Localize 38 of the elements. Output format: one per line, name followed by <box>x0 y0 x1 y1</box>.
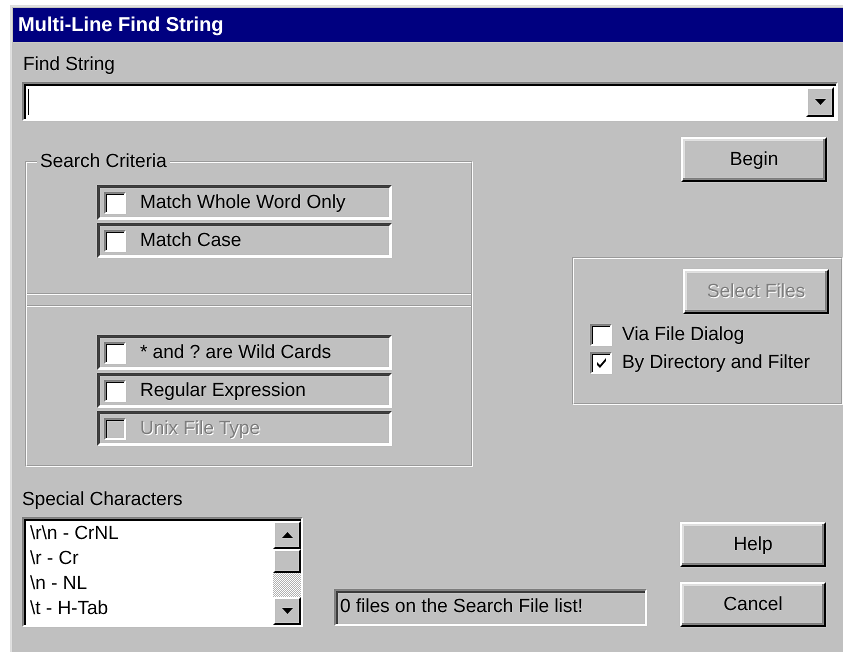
field-label: Find String <box>23 53 115 77</box>
checkbox-label: Match Case <box>140 230 242 252</box>
text-cursor <box>28 88 29 114</box>
list-label: Special Characters <box>22 488 183 512</box>
dropdown-button[interactable] <box>806 86 834 116</box>
scroll-thumb[interactable] <box>273 549 301 573</box>
window-title: Multi-Line Find String <box>13 8 843 42</box>
scroll-down-button[interactable] <box>273 597 301 625</box>
checkbox-label: Match Whole Word Only <box>140 192 346 214</box>
group-title: Search Criteria <box>39 151 168 173</box>
checkbox-label: Unix File Type <box>140 418 260 440</box>
up-arrow-icon <box>282 532 292 538</box>
down-arrow-icon <box>282 608 292 614</box>
checkbox[interactable] <box>104 380 126 402</box>
checkbox-label: Via File Dialog <box>622 324 744 346</box>
push-button[interactable]: Cancel <box>680 582 826 627</box>
checkbox[interactable] <box>590 352 612 374</box>
list-item[interactable]: \r - Cr <box>30 546 273 571</box>
checkbox-label: * and ? are Wild Cards <box>140 342 332 364</box>
checkbox-label: By Directory and Filter <box>622 352 810 374</box>
scroll-track[interactable] <box>273 573 301 597</box>
checkbox-label: Regular Expression <box>140 380 306 402</box>
scrollbar[interactable] <box>273 521 301 625</box>
list-item[interactable]: \t - H-Tab <box>30 596 273 621</box>
push-button[interactable]: Help <box>680 522 826 567</box>
checkbox[interactable] <box>590 324 612 346</box>
status-field: 0 files on the Search File list! <box>334 589 647 626</box>
list-item[interactable]: \r\n - CrNL <box>30 521 273 546</box>
checkmark-icon <box>596 357 606 369</box>
find-string-field[interactable] <box>22 82 838 121</box>
push-button[interactable]: Begin <box>681 137 827 182</box>
checkbox[interactable] <box>104 230 126 252</box>
scroll-up-button[interactable] <box>273 521 301 549</box>
checkbox[interactable] <box>104 342 126 364</box>
list-box[interactable]: \r\n - CrNL \r - Cr \n - NL \t - H-Tab <box>22 517 303 627</box>
list-item[interactable]: \n - NL <box>30 571 273 596</box>
checkbox[interactable] <box>104 192 126 214</box>
caret-icon <box>814 98 826 104</box>
